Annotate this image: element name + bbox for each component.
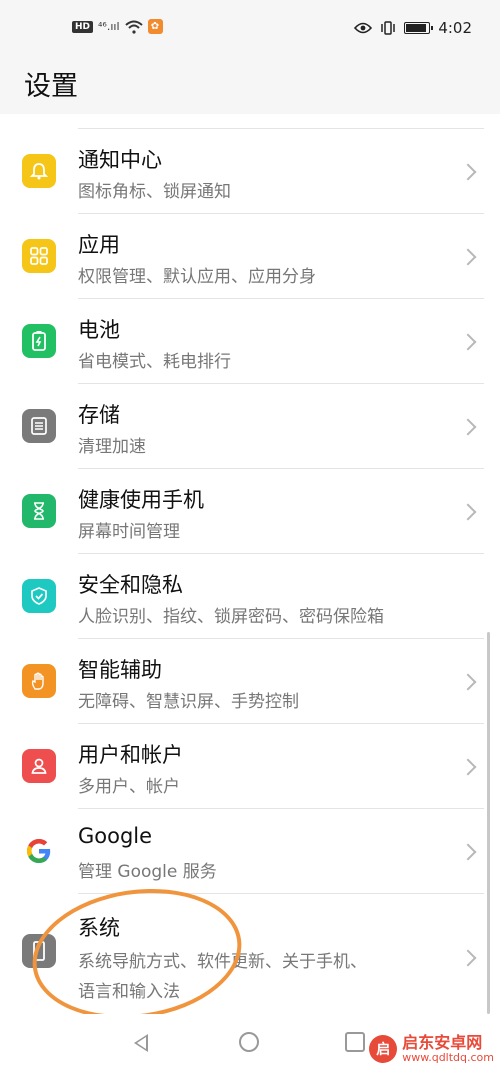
settings-item-storage[interactable]: 存储 清理加速 xyxy=(0,384,500,469)
hand-icon xyxy=(22,664,56,698)
chevron-right-icon xyxy=(459,673,477,691)
chevron-right-icon xyxy=(459,503,477,521)
settings-item-description: 管理 Google 服务 xyxy=(78,862,217,882)
chevron-right-icon xyxy=(459,949,477,967)
settings-item-notification-center[interactable]: 通知中心 图标角标、锁屏通知 xyxy=(0,129,500,214)
settings-item-description: 人脸识别、指纹、锁屏密码、密码保险箱 xyxy=(78,607,384,627)
recents-icon[interactable] xyxy=(345,1032,365,1052)
watermark: 启 启东安卓网 www.qdltdq.com xyxy=(369,1034,494,1064)
status-left: HD ⁴⁶.ııl ✿ xyxy=(72,19,163,34)
status-bar: HD ⁴⁶.ııl ✿ 4:02 xyxy=(0,0,500,58)
settings-item-label: 安全和隐私 xyxy=(78,573,183,597)
vibrate-icon xyxy=(381,21,396,35)
settings-item-battery[interactable]: 电池 省电模式、耗电排行 xyxy=(0,299,500,384)
settings-item-label: 应用 xyxy=(78,233,120,257)
shield-icon xyxy=(22,579,56,613)
settings-item-description: 多用户、帐户 xyxy=(78,777,180,797)
chevron-right-icon xyxy=(459,333,477,351)
storage-icon xyxy=(22,409,56,443)
settings-item-users-accounts[interactable]: 用户和帐户 多用户、帐户 xyxy=(0,724,500,809)
status-right: 4:02 xyxy=(354,19,472,37)
settings-item-description: 屏幕时间管理 xyxy=(78,522,180,542)
settings-item-description: 无障碍、智慧识屏、手势控制 xyxy=(78,692,299,712)
settings-item-description: 省电模式、耗电排行 xyxy=(78,352,231,372)
watermark-url: www.qdltdq.com xyxy=(402,1050,494,1064)
bell-icon xyxy=(22,154,56,188)
hd-icon: HD xyxy=(72,20,94,33)
back-icon[interactable] xyxy=(134,1034,148,1052)
home-icon[interactable] xyxy=(239,1032,259,1052)
watermark-text: 启东安卓网 www.qdltdq.com xyxy=(402,1034,494,1064)
user-icon xyxy=(22,749,56,783)
battery-icon xyxy=(404,22,434,34)
settings-item-security-privacy[interactable]: 安全和隐私 人脸识别、指纹、锁屏密码、密码保险箱 xyxy=(0,554,500,639)
page-title: 设置 xyxy=(24,71,78,102)
settings-item-label: Google xyxy=(78,824,153,848)
chevron-right-icon xyxy=(459,248,477,266)
chevron-right-icon xyxy=(459,758,477,776)
app-notification-icon: ✿ xyxy=(147,19,163,34)
chevron-right-icon xyxy=(459,163,477,181)
google-icon xyxy=(22,834,56,868)
settings-item-description: 图标角标、锁屏通知 xyxy=(78,182,231,202)
settings-item-label: 智能辅助 xyxy=(78,658,162,682)
watermark-logo-icon: 启 xyxy=(369,1035,398,1064)
chevron-right-icon xyxy=(459,418,477,436)
settings-item-description: 清理加速 xyxy=(78,437,146,457)
settings-item-label: 电池 xyxy=(78,318,120,342)
hourglass-icon xyxy=(22,494,56,528)
clock: 4:02 xyxy=(438,19,472,37)
settings-item-label: 用户和帐户 xyxy=(78,743,183,767)
settings-item-google[interactable]: Google 管理 Google 服务 xyxy=(0,809,500,894)
settings-item-label: 通知中心 xyxy=(78,148,162,172)
scrollbar[interactable] xyxy=(487,632,490,1014)
chevron-right-icon xyxy=(459,843,477,861)
wifi-icon xyxy=(124,20,143,34)
eye-icon xyxy=(354,22,373,34)
settings-item-description: 权限管理、默认应用、应用分身 xyxy=(78,267,316,287)
battery-icon xyxy=(22,324,56,358)
settings-list[interactable]: 通知中心 图标角标、锁屏通知 应用 权限管理、默认应用、应用分身 电池 省电模式… xyxy=(0,114,500,1014)
settings-item-digital-balance[interactable]: 健康使用手机 屏幕时间管理 xyxy=(0,469,500,554)
settings-item-label: 健康使用手机 xyxy=(78,488,204,512)
settings-item-label: 存储 xyxy=(78,403,120,427)
title-bar: 设置 xyxy=(0,58,500,114)
watermark-name: 启东安卓网 xyxy=(402,1033,483,1053)
apps-grid-icon xyxy=(22,239,56,273)
settings-item-smart-assistance[interactable]: 智能辅助 无障碍、智慧识屏、手势控制 xyxy=(0,639,500,724)
signal-icon: ⁴⁶.ııl xyxy=(98,20,120,33)
settings-item-apps[interactable]: 应用 权限管理、默认应用、应用分身 xyxy=(0,214,500,299)
